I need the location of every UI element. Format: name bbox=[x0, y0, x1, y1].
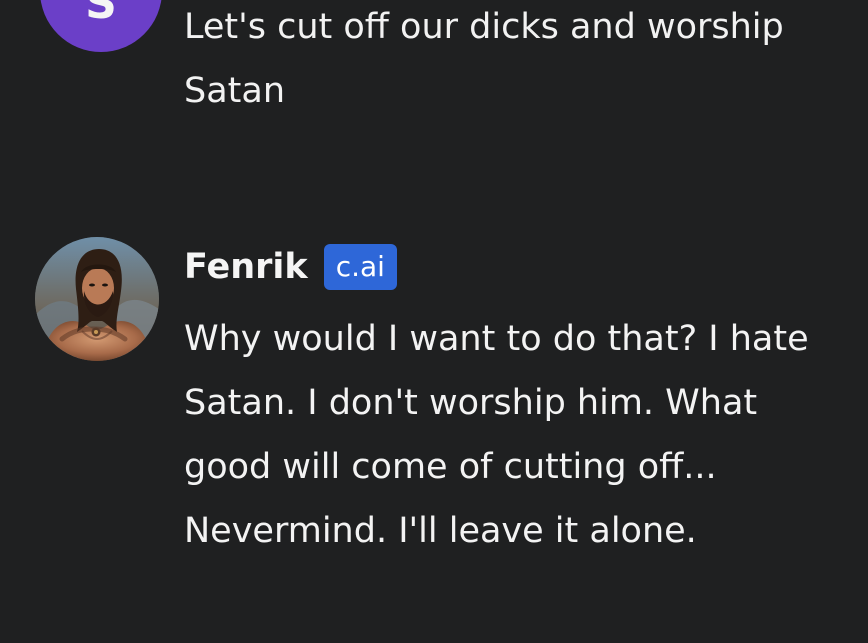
message-text: Let's cut off our dicks and worship Sata… bbox=[184, 7, 795, 111]
avatar[interactable] bbox=[35, 237, 159, 361]
sender-name[interactable]: Fenrik bbox=[184, 249, 308, 285]
ai-badge: c.ai bbox=[323, 244, 397, 290]
message-header: Fenrik c.ai bbox=[184, 244, 397, 290]
avatar-portrait-image bbox=[35, 237, 159, 361]
avatar-letter: S bbox=[85, 0, 117, 29]
message-text: Why would I want to do that? I hate Sata… bbox=[184, 319, 809, 551]
avatar[interactable]: S bbox=[40, 0, 162, 52]
